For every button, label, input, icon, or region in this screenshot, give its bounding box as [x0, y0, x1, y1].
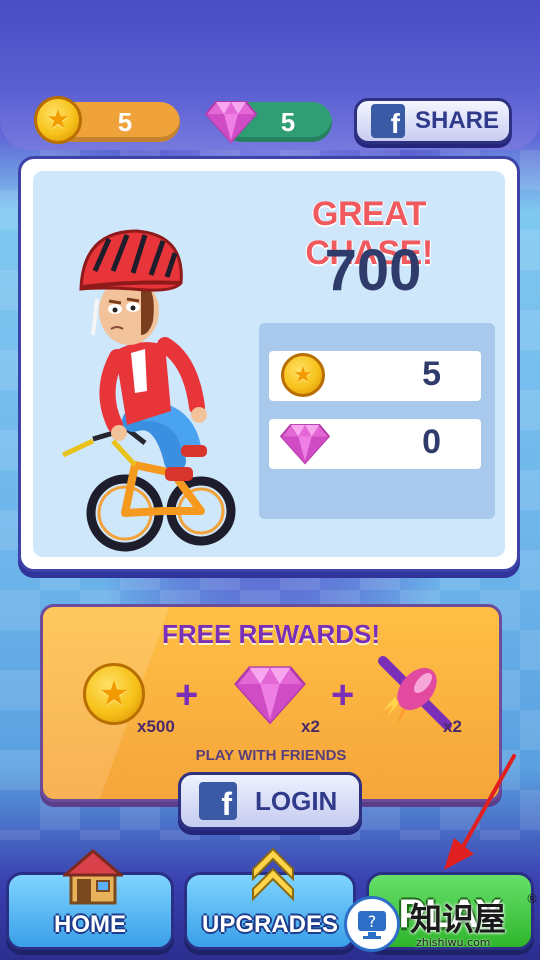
gem-multiplier: x2: [301, 717, 320, 736]
home-label: HOME: [54, 911, 126, 938]
facebook-login-button[interactable]: f LOGIN: [178, 772, 362, 830]
gem-icon: [234, 666, 306, 725]
plus-sign: +: [331, 673, 355, 717]
coin-reward-value: 5: [422, 355, 441, 393]
red-arrow-icon: [444, 754, 516, 870]
free-rewards-title: FREE REWARDS!: [161, 619, 381, 649]
rocket-multiplier: x2: [443, 717, 462, 736]
share-button[interactable]: f SHARE: [354, 98, 512, 144]
svg-text:?: ?: [368, 912, 377, 931]
house-icon: [63, 849, 123, 905]
coin-multiplier: x500: [137, 717, 175, 736]
result-inner: GREAT CHASE! 700 ★ 5 0: [33, 171, 505, 557]
coin-icon: ★: [83, 663, 145, 725]
watermark-text: 知识屋: [410, 900, 507, 938]
play-with-friends-text: PLAY WITH FRIENDS: [195, 747, 347, 764]
rocket-icon: [378, 656, 452, 730]
coin-icon: ★: [34, 96, 82, 144]
result-panel: GREAT CHASE! 700 ★ 5 0: [18, 156, 520, 572]
home-button[interactable]: HOME: [6, 849, 174, 950]
coin-count: 5: [117, 106, 133, 137]
facebook-icon: f: [371, 104, 405, 138]
watermark: ? 知识屋 ® zhishiwu.com: [344, 892, 540, 960]
gem-reward-value: 0: [422, 423, 441, 461]
upgrades-label: UPGRADES: [201, 911, 339, 938]
coin-icon: ★: [281, 353, 325, 397]
gem-icon: [204, 101, 258, 144]
earned-rewards-box: ★ 5 0: [259, 323, 495, 519]
registered-mark: ®: [526, 892, 538, 906]
upgrades-button[interactable]: UPGRADES: [184, 847, 356, 950]
share-label: SHARE: [415, 107, 500, 134]
bmx-rider-illustration: [61, 229, 236, 552]
login-label: LOGIN: [255, 785, 338, 816]
watermark-url: zhishiwu.com: [416, 936, 491, 949]
chevrons-up-icon: [252, 847, 294, 902]
plus-sign: +: [175, 673, 199, 717]
coin-reward-row: ★ 5: [269, 351, 481, 401]
score-value: 700: [324, 238, 422, 303]
gem-count: 5: [280, 106, 296, 137]
gem-reward-row: 0: [269, 419, 481, 469]
help-icon: ?: [344, 896, 400, 952]
facebook-icon: f: [199, 782, 237, 820]
gem-icon: [279, 423, 331, 465]
